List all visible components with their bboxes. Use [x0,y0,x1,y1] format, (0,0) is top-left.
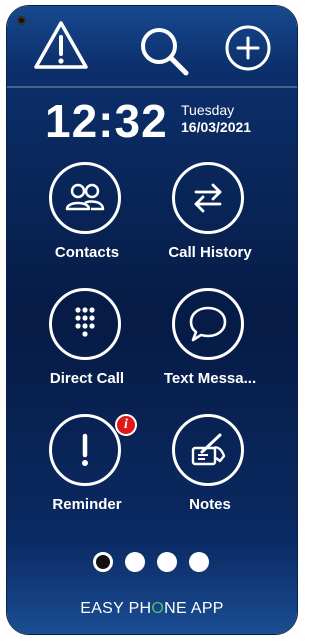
add-button[interactable] [224,24,272,72]
header-divider [7,86,297,88]
exclamation-icon [82,433,88,466]
dialpad-icon [75,307,95,337]
brand-part-1: EASY PH [80,600,152,617]
phone-screen: 12:32 Tuesday 16/03/2021 Contacts Call H… [7,6,297,634]
direct-call-label: Direct Call [49,370,125,387]
call-history-label: Call History [168,244,252,261]
reminder-circle [49,414,121,486]
search-icon [141,28,189,76]
contacts-circle [49,162,121,234]
clock-time: 12:32 [45,95,168,147]
contacts-tile[interactable]: Contacts [25,162,149,266]
page-dot-4[interactable] [189,552,209,572]
page-dot-1[interactable] [93,552,113,572]
app-brand: EASY PHONE APP [7,600,297,618]
warning-button[interactable] [33,18,89,74]
contacts-label: Contacts [54,244,120,261]
top-bar [7,6,297,90]
contacts-icon [65,183,105,211]
notes-circle [172,414,244,486]
brand-o: O [151,600,165,617]
message-icon [189,306,227,342]
text-messages-tile[interactable]: Text Messa... [148,288,272,392]
clock-date: 16/03/2021 [181,119,252,135]
page-dot-2[interactable] [125,552,145,572]
search-button[interactable] [135,22,191,78]
warning-triangle-icon [34,21,88,69]
notes-icon [191,433,226,466]
direct-call-tile[interactable]: Direct Call [25,288,149,392]
brand-part-2: NE APP [164,600,224,617]
notes-tile[interactable]: Notes [148,414,272,518]
text-messages-circle [172,288,244,360]
direct-call-circle [49,288,121,360]
plus-circle-icon [225,25,271,71]
reminder-label: Reminder [52,496,122,513]
call-history-circle [172,162,244,234]
call-history-icon [194,183,222,213]
clock-day: Tuesday [181,102,235,118]
reminder-tile[interactable]: i Reminder [25,414,149,518]
call-history-tile[interactable]: Call History [148,162,272,266]
page-dot-3[interactable] [157,552,177,572]
info-badge: i [115,414,137,436]
text-messages-label: Text Messa... [163,370,257,387]
notes-label: Notes [189,496,231,513]
page-indicator [93,552,213,574]
